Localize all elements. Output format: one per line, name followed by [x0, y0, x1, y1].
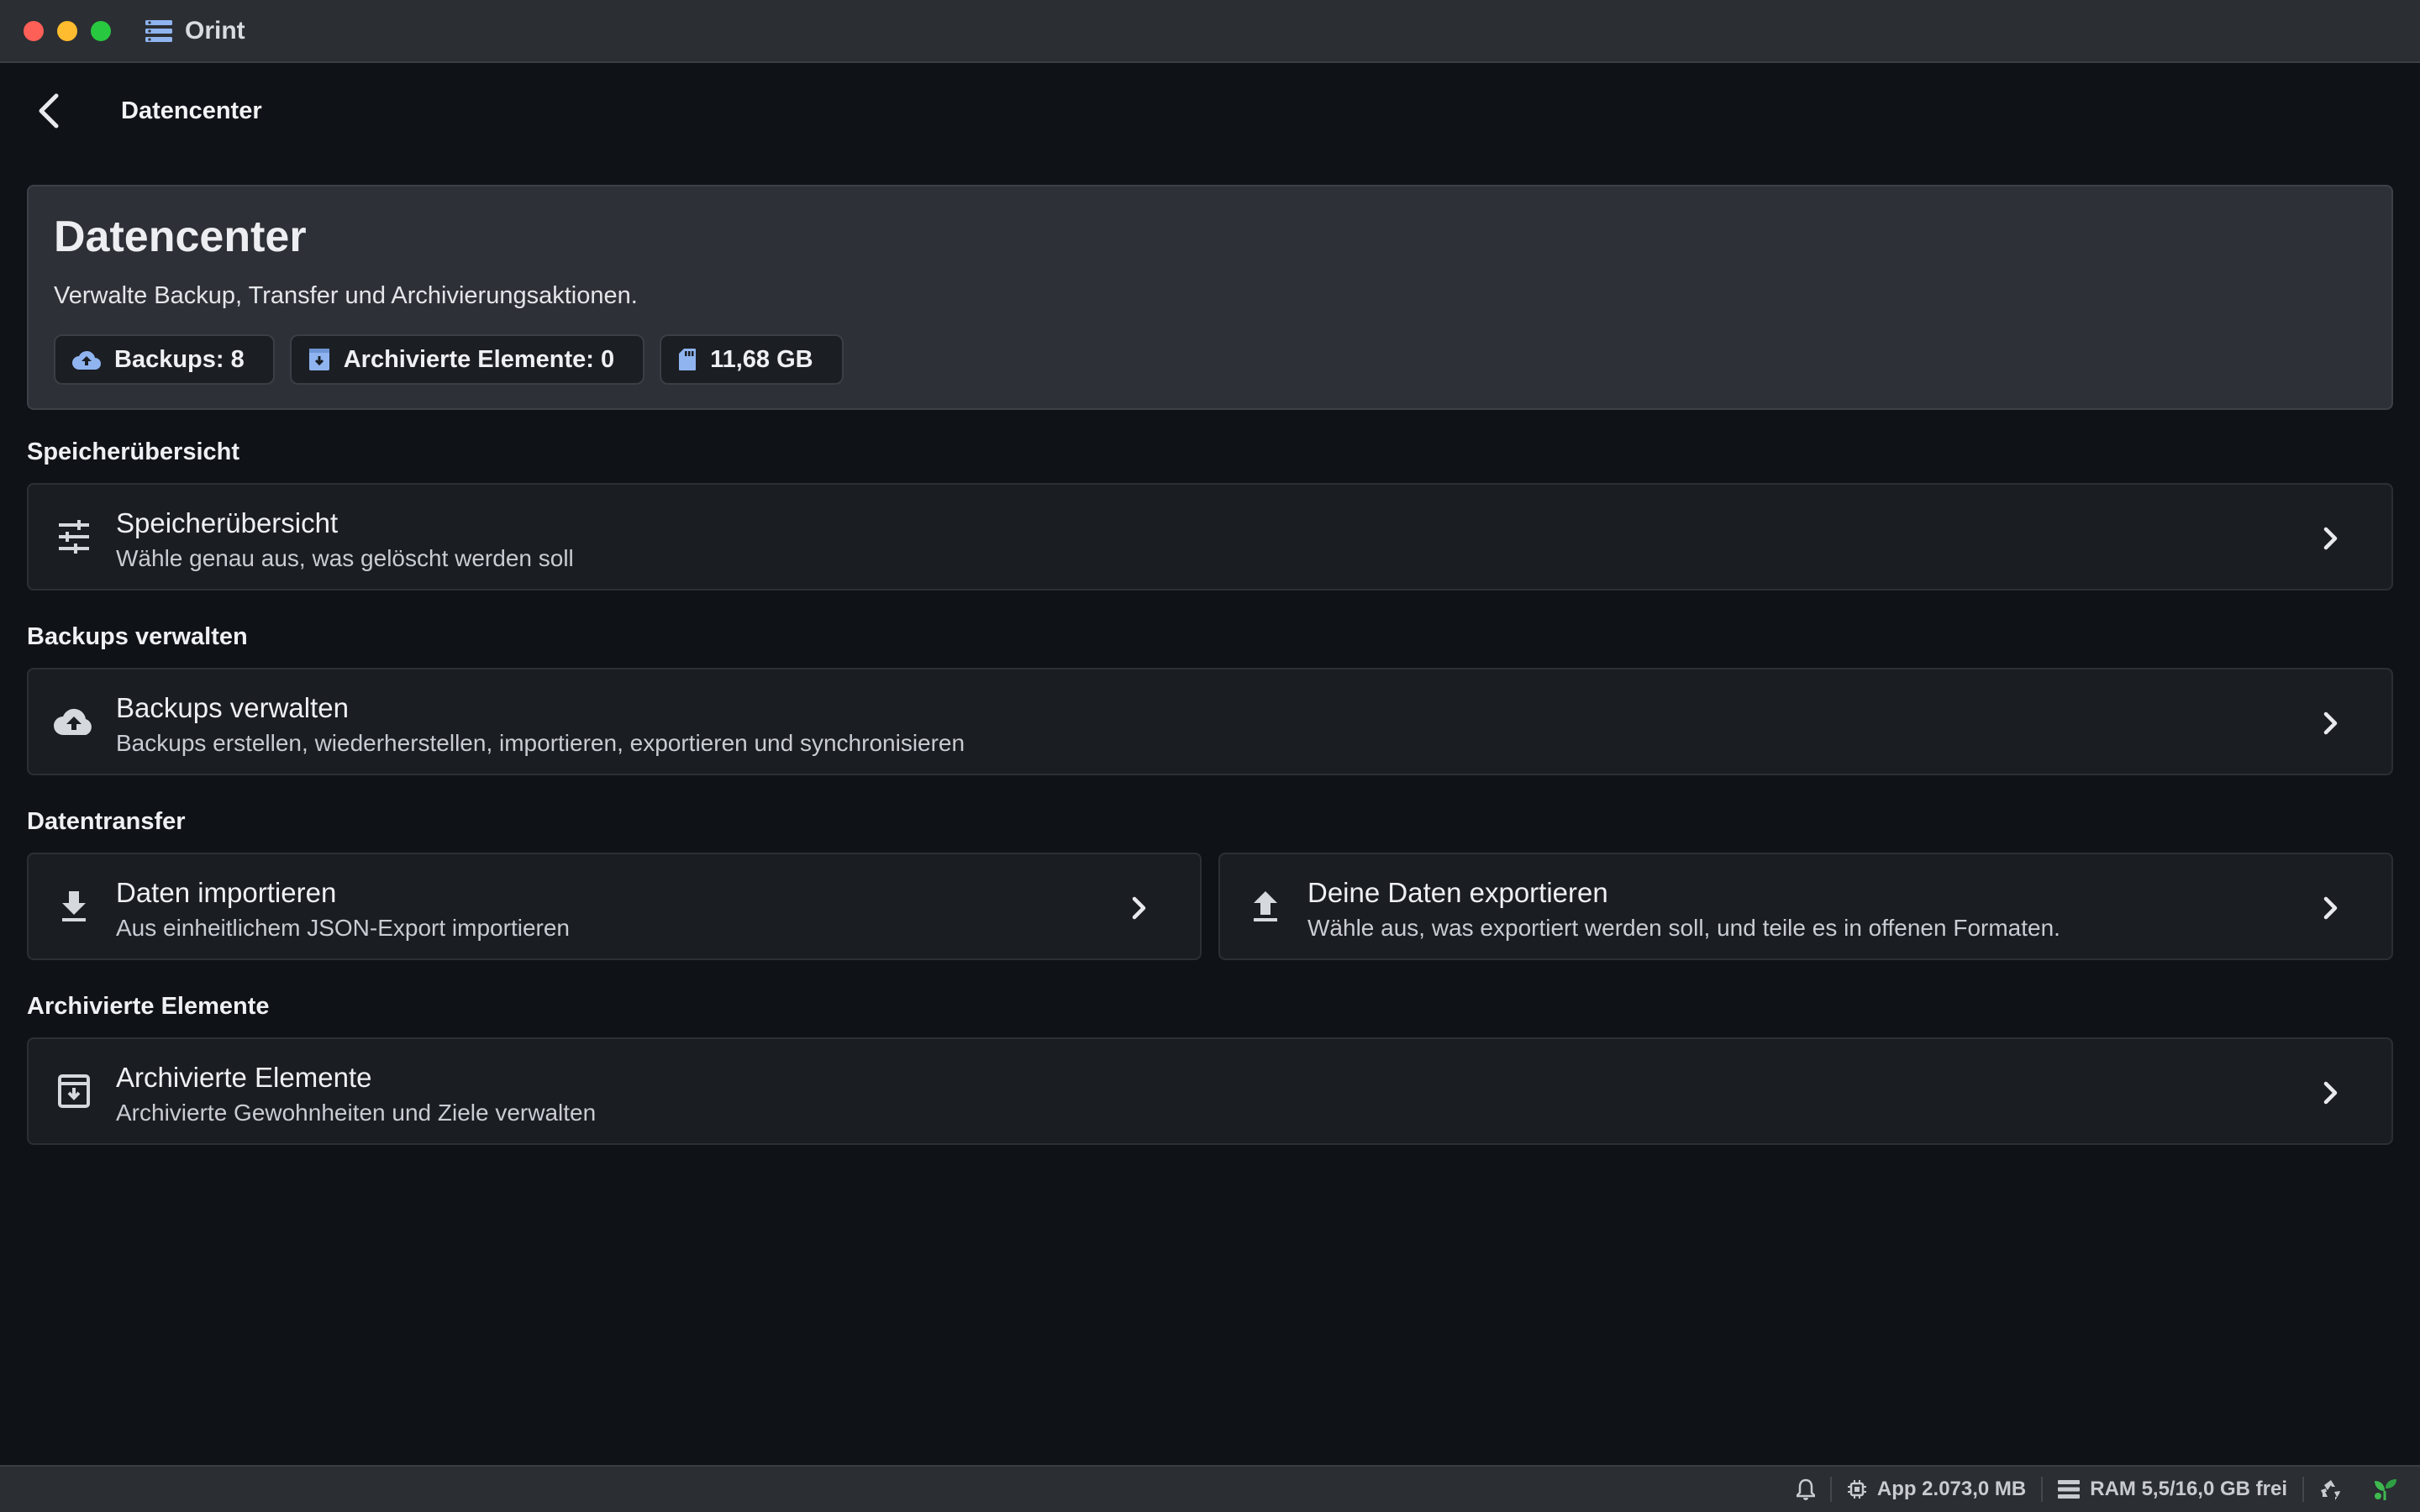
backups-count-chip: Backups: 8 — [54, 334, 275, 385]
status-bar: App 2.073,0 MB RAM 5,5/16,0 GB frei — [0, 1465, 2420, 1512]
chip-icon — [1847, 1480, 1866, 1499]
chevron-right-icon — [2314, 891, 2348, 925]
archived-items-card[interactable]: Archivierte Elemente Archivierte Gewohnh… — [27, 1037, 2393, 1145]
manage-backups-text: Backups verwalten Backups erstellen, wie… — [116, 692, 965, 757]
app-memory-label: App 2.073,0 MB — [1876, 1478, 2027, 1500]
archived-items-title: Archivierte Elemente — [116, 1062, 372, 1093]
import-data-title: Daten importieren — [116, 877, 337, 908]
notifications-button[interactable] — [1781, 1478, 1830, 1500]
back-button[interactable] — [29, 91, 69, 131]
window-controls — [24, 20, 111, 41]
download-icon — [54, 886, 94, 927]
chevron-right-icon — [2314, 706, 2348, 740]
archived-count-label: Archivierte Elemente: 0 — [343, 345, 615, 373]
stats-chips: Backups: 8 Archivierte Elemente: 0 11,68… — [54, 334, 844, 385]
plant-icon — [2375, 1479, 2396, 1500]
sync-status-indicator[interactable] — [2358, 1478, 2398, 1501]
tune-icon — [54, 517, 94, 557]
section-label-backups: Backups verwalten — [27, 623, 248, 650]
export-data-text: Deine Daten exportieren Wähle aus, was e… — [1307, 877, 2060, 942]
page-title: Datencenter — [121, 97, 262, 124]
archive-icon — [308, 349, 329, 370]
storage-overview-card[interactable]: Speicherübersicht Wähle genau aus, was g… — [27, 483, 2393, 591]
export-data-subtitle: Wähle aus, was exportiert werden soll, u… — [1307, 915, 2060, 942]
manage-backups-title: Backups verwalten — [116, 692, 349, 723]
recycle-icon — [2321, 1480, 2340, 1500]
upload-icon — [1245, 886, 1286, 927]
zoom-window-button[interactable] — [91, 20, 111, 41]
overview-title: Datencenter — [54, 213, 307, 261]
cloud-upload-icon — [72, 350, 101, 370]
storage-icon — [2058, 1480, 2081, 1499]
storage-overview-subtitle: Wähle genau aus, was gelöscht werden sol… — [116, 545, 574, 572]
storage-size-chip: 11,68 GB — [660, 334, 844, 385]
manage-backups-card[interactable]: Backups verwalten Backups erstellen, wie… — [27, 668, 2393, 775]
import-data-card[interactable]: Daten importieren Aus einheitlichem JSON… — [27, 853, 1202, 960]
manage-backups-subtitle: Backups erstellen, wiederherstellen, imp… — [116, 730, 965, 757]
close-window-button[interactable] — [24, 20, 44, 41]
export-data-title: Deine Daten exportieren — [1307, 877, 1608, 908]
overview-subtitle: Verwalte Backup, Transfer und Archivieru… — [54, 282, 638, 309]
chevron-right-icon — [1123, 891, 1156, 925]
archive-box-icon — [54, 1071, 94, 1111]
section-label-storage: Speicherübersicht — [27, 438, 240, 465]
page-header: Datencenter — [0, 65, 2420, 157]
archived-items-text: Archivierte Elemente Archivierte Gewohnh… — [116, 1062, 597, 1126]
import-data-text: Daten importieren Aus einheitlichem JSON… — [116, 877, 570, 942]
export-data-card[interactable]: Deine Daten exportieren Wähle aus, was e… — [1218, 853, 2393, 960]
import-data-subtitle: Aus einheitlichem JSON-Export importiere… — [116, 915, 570, 942]
archived-count-chip: Archivierte Elemente: 0 — [289, 334, 645, 385]
archived-items-subtitle: Archivierte Gewohnheiten und Ziele verwa… — [116, 1100, 597, 1126]
chevron-right-icon — [2314, 1076, 2348, 1110]
bell-icon — [1796, 1478, 1815, 1500]
cloud-upload-icon — [54, 701, 94, 742]
minimize-window-button[interactable] — [57, 20, 77, 41]
recycle-button[interactable] — [2304, 1478, 2358, 1501]
section-label-transfer: Datentransfer — [27, 808, 186, 835]
overview-card: Datencenter Verwalte Backup, Transfer un… — [27, 185, 2393, 410]
app-memory-indicator: App 2.073,0 MB — [1832, 1478, 2041, 1501]
storage-overview-text: Speicherübersicht Wähle genau aus, was g… — [116, 507, 574, 572]
chevron-left-icon — [39, 93, 59, 129]
window-titlebar: Orint — [0, 0, 2420, 63]
ram-label: RAM 5,5/16,0 GB frei — [2090, 1478, 2287, 1500]
app-logo-icon — [145, 17, 173, 45]
backups-count-label: Backups: 8 — [114, 345, 245, 373]
section-label-archived: Archivierte Elemente — [27, 993, 270, 1020]
ram-indicator: RAM 5,5/16,0 GB frei — [2043, 1478, 2302, 1501]
app-title: Orint — [185, 16, 245, 45]
sd-card-icon — [679, 349, 697, 370]
chevron-right-icon — [2314, 522, 2348, 555]
storage-size-label: 11,68 GB — [710, 345, 813, 373]
storage-overview-title: Speicherübersicht — [116, 507, 339, 538]
